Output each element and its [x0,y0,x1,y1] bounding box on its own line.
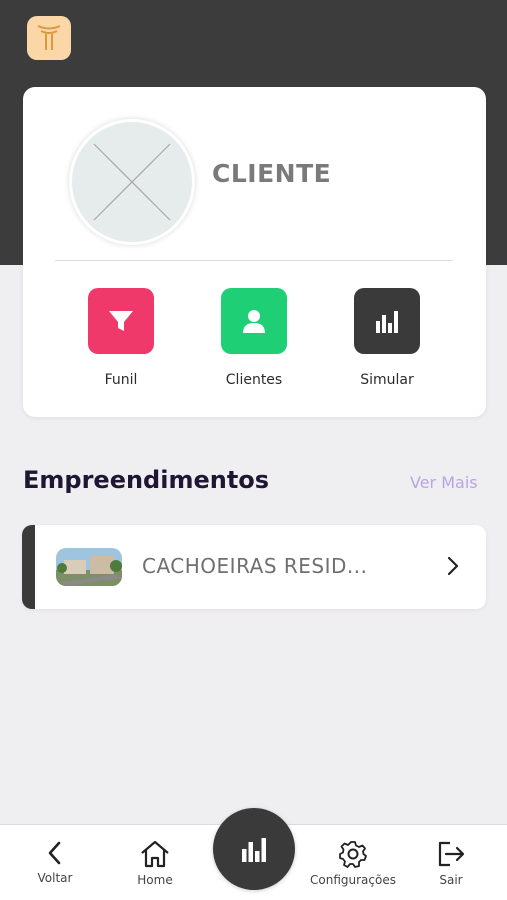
development-item[interactable]: CACHOEIRAS RESID... [22,525,486,609]
nav-home[interactable]: Home [110,839,200,887]
clients-button[interactable]: Clientes [199,288,309,388]
user-icon [243,310,265,333]
nav-logout-label: Sair [439,873,463,887]
profile-card: CLIENTE Funil Clientes Simular [23,87,486,417]
simulate-tile[interactable] [354,288,420,354]
chevron-left-icon [48,841,61,865]
chevron-right-icon [447,556,459,576]
accent-bar [22,525,35,609]
nav-logout[interactable]: Sair [406,839,496,887]
nav-back-label: Voltar [37,871,73,885]
clients-label: Clientes [225,372,283,388]
logout-icon [438,841,465,867]
gear-icon [339,841,367,868]
avatar[interactable] [69,119,195,245]
simulate-button[interactable]: Simular [332,288,442,388]
brand-logo[interactable] [27,16,71,60]
brand-logo-icon [37,25,61,50]
bar-chart-icon [376,311,398,333]
building-photo-icon [56,548,122,586]
nav-home-label: Home [137,873,173,887]
divider [55,260,453,261]
bar-chart-icon [242,838,266,862]
clients-tile[interactable] [221,288,287,354]
simulate-label: Simular [360,372,414,388]
nav-settings-label: Configurações [310,873,396,887]
funnel-tile[interactable] [88,288,154,354]
nav-settings[interactable]: Configurações [308,839,398,887]
development-name: CACHOEIRAS RESID... [142,554,368,578]
filter-icon [109,311,133,331]
nav-back[interactable]: Voltar [10,839,100,885]
home-icon [141,840,169,868]
funnel-label: Funil [104,372,138,388]
funnel-button[interactable]: Funil [66,288,176,388]
section-title: Empreendimentos [23,466,270,494]
client-name: CLIENTE [212,159,332,188]
see-more-link[interactable]: Ver Mais [410,473,478,492]
center-simulate-button[interactable] [213,808,295,890]
placeholder-image-icon [72,122,192,242]
